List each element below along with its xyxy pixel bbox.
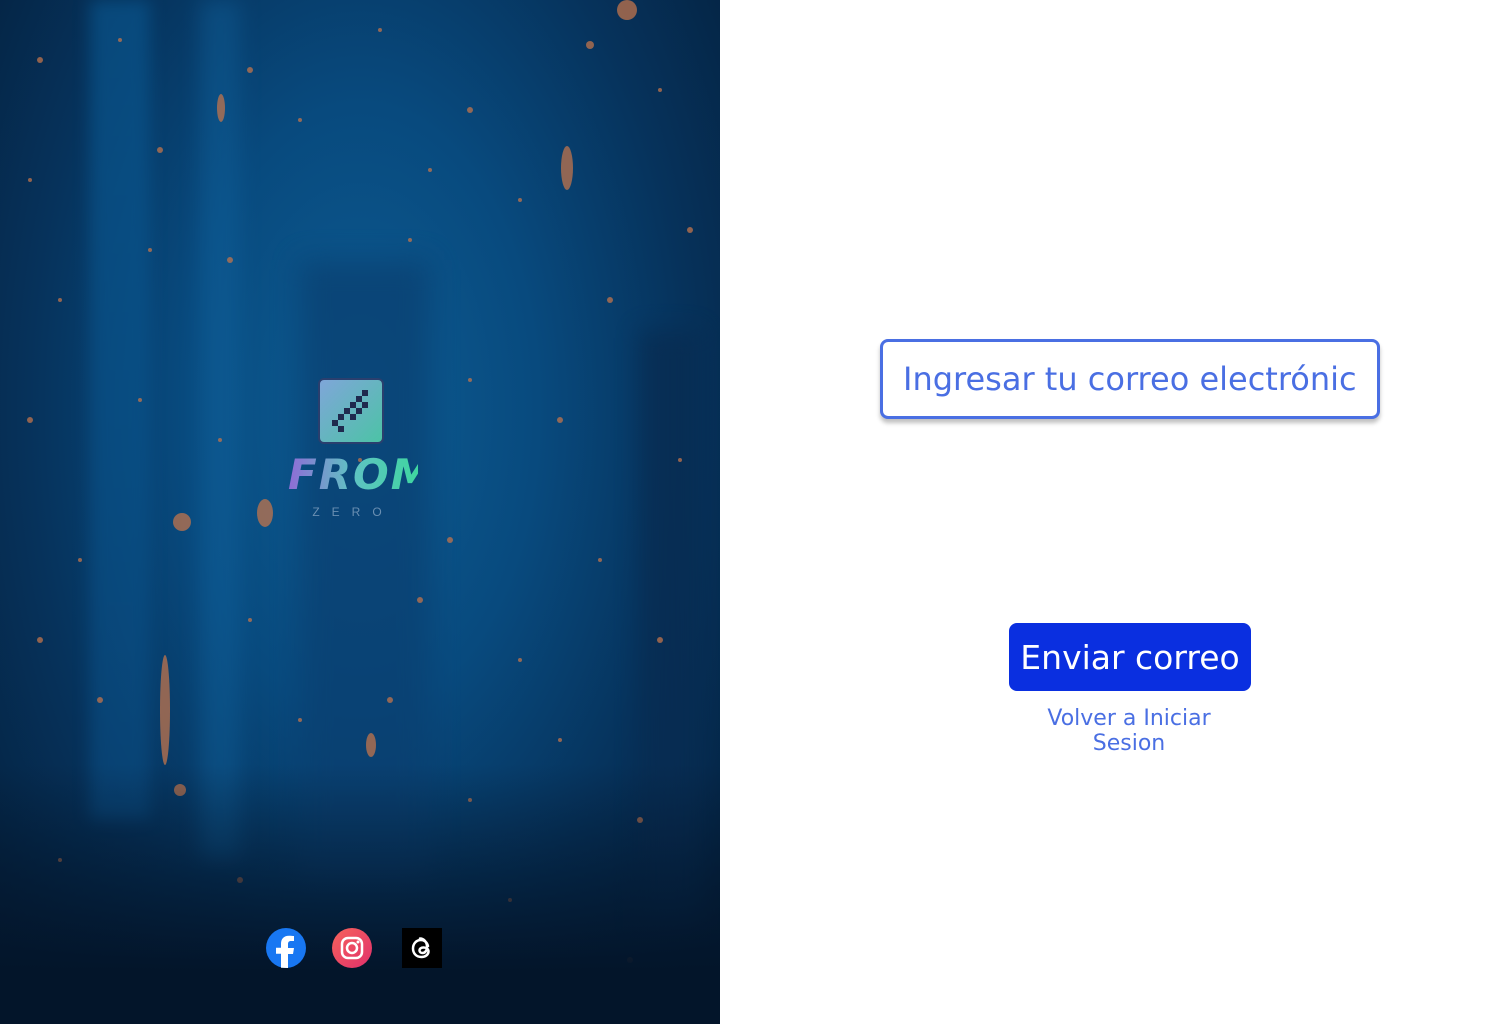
instagram-icon[interactable] [332, 928, 372, 968]
logo-checker-icon [332, 390, 368, 432]
send-email-button[interactable]: Enviar correo [1009, 623, 1251, 691]
hero-panel: FROM ZERO [0, 0, 720, 1024]
facebook-glyph [276, 935, 294, 968]
background-shade [0, 764, 720, 1024]
email-field[interactable] [880, 339, 1380, 419]
threads-glyph [411, 937, 430, 959]
form-panel [720, 0, 1512, 1024]
facebook-icon[interactable] [266, 928, 306, 968]
logo-title: FROM [288, 450, 435, 499]
logo-subtitle: ZERO [312, 505, 394, 519]
threads-icon[interactable] [402, 928, 442, 968]
logo-emblem [318, 378, 384, 444]
brand-logo: FROM ZERO [288, 378, 435, 528]
back-to-login-link[interactable]: Volver a Iniciar Sesion [1009, 706, 1249, 756]
instagram-glyph [340, 936, 364, 960]
